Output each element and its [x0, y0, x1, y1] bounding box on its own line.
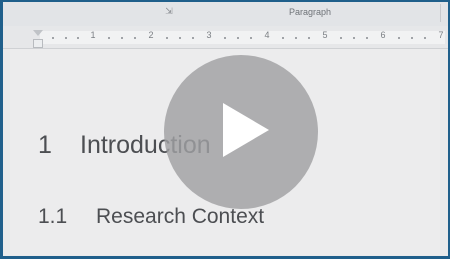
window-frame [0, 0, 450, 259]
